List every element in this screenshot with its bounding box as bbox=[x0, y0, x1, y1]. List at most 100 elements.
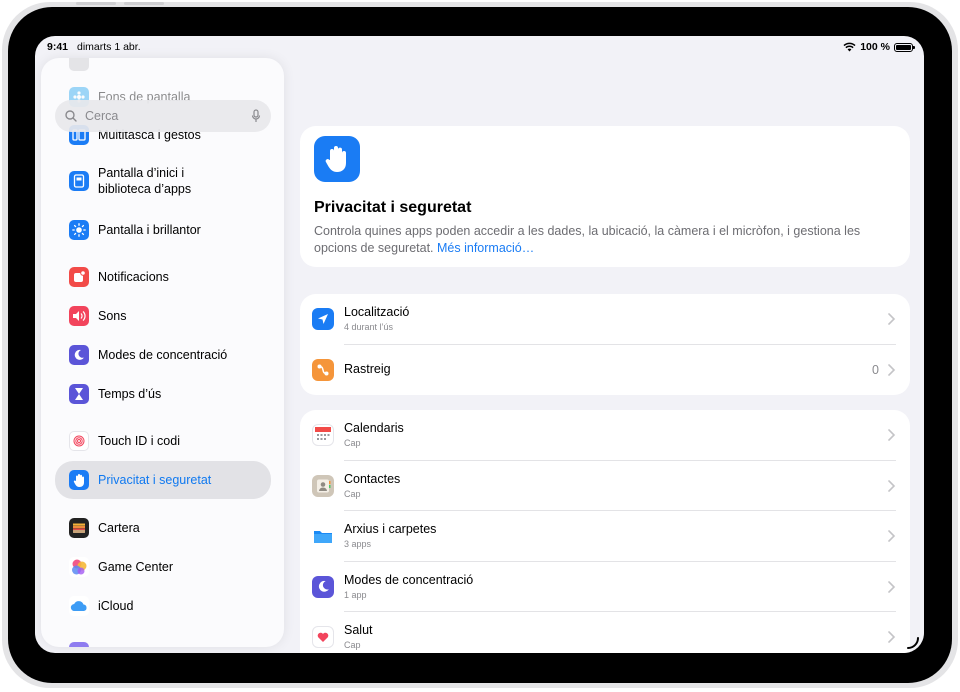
description-text: Controla quines apps poden accedir a les… bbox=[314, 224, 861, 255]
moon-icon bbox=[312, 575, 334, 598]
sidebar-item-display[interactable]: Pantalla i brillantor bbox=[55, 218, 271, 242]
row-title: Contactes bbox=[344, 471, 401, 486]
row-title: Rastreig bbox=[344, 362, 391, 377]
sidebar-item-label: Notificacions bbox=[98, 270, 169, 284]
sidebar-item-label: Modes de concentració bbox=[98, 348, 228, 362]
sidebar-item-screen-time[interactable]: Temps d’ús bbox=[55, 382, 271, 406]
home-screen-icon bbox=[69, 171, 89, 191]
fingerprint-icon bbox=[69, 431, 89, 451]
battery-percent: 100 % bbox=[860, 41, 890, 53]
sidebar-item-label: Touch ID i codi bbox=[98, 434, 180, 448]
row-text: Rastreig bbox=[344, 362, 872, 377]
notifications-icon bbox=[69, 267, 89, 287]
contacts-icon bbox=[312, 474, 334, 497]
volume-button bbox=[76, 2, 116, 5]
status-date: dimarts 1 abr. bbox=[77, 41, 141, 53]
row-subtitle: Cap bbox=[344, 640, 361, 651]
heart-icon bbox=[312, 626, 334, 649]
row-text: Salut Cap bbox=[344, 623, 887, 651]
sun-icon bbox=[69, 220, 89, 240]
status-right: 100 % bbox=[843, 41, 915, 53]
row-text: Calendaris Cap bbox=[344, 421, 887, 449]
app-permissions-group: Calendaris Cap Contactes Cap Arxius i ca… bbox=[300, 410, 910, 653]
row-value: 0 bbox=[872, 362, 879, 377]
row-text: Arxius i carpetes 3 apps bbox=[344, 522, 887, 550]
hourglass-icon bbox=[69, 384, 89, 404]
app-icon bbox=[69, 642, 89, 647]
search-icon bbox=[65, 110, 77, 122]
wallet-icon bbox=[69, 518, 89, 538]
sidebar-item-label: Game Center bbox=[98, 560, 174, 574]
contacts-row[interactable]: Contactes Cap bbox=[300, 461, 910, 511]
chevron-right-icon bbox=[888, 530, 896, 543]
sidebar-item-home-screen[interactable]: Pantalla d’inici i biblioteca d’apps bbox=[55, 161, 271, 201]
search-field[interactable]: Cerca bbox=[55, 100, 271, 132]
row-title: Localització bbox=[344, 305, 410, 320]
sidebar-item-sounds[interactable]: Sons bbox=[55, 304, 271, 328]
sidebar-item-label: Pantalla d’inici i biblioteca d’apps bbox=[98, 166, 192, 196]
row-subtitle: 3 apps bbox=[344, 539, 372, 550]
tracking-icon bbox=[312, 358, 334, 381]
sidebar-item-touch-id[interactable]: Touch ID i codi bbox=[55, 429, 271, 453]
cloud-icon bbox=[69, 596, 89, 616]
status-time: 9:41 bbox=[47, 41, 69, 53]
chevron-right-icon bbox=[888, 313, 896, 326]
location-row[interactable]: Localització 4 durant l’ús bbox=[300, 294, 910, 345]
folder-icon bbox=[312, 525, 334, 548]
chevron-right-icon bbox=[888, 580, 896, 593]
sidebar-item-label: Sons bbox=[98, 309, 127, 323]
row-text: Modes de concentració 1 app bbox=[344, 573, 887, 601]
sidebar-item-partial[interactable] bbox=[55, 640, 271, 647]
sidebar-item-label: Cartera bbox=[98, 521, 140, 535]
page-title: Privacitat i seguretat bbox=[314, 199, 472, 216]
speaker-icon bbox=[69, 306, 89, 326]
chevron-right-icon bbox=[888, 429, 896, 442]
sidebar-item-wallet[interactable]: Cartera bbox=[55, 516, 271, 540]
battery-icon bbox=[894, 42, 915, 52]
files-row[interactable]: Arxius i carpetes 3 apps bbox=[300, 511, 910, 562]
tracking-row[interactable]: Rastreig 0 bbox=[300, 345, 910, 396]
app-icon bbox=[69, 58, 89, 71]
row-subtitle: 1 app bbox=[344, 589, 367, 600]
sidebar-item-privacy[interactable]: Privacitat i seguretat bbox=[55, 461, 271, 499]
calendars-row[interactable]: Calendaris Cap bbox=[300, 410, 910, 461]
game-center-icon bbox=[69, 557, 89, 577]
sidebar: Fons de pantalla Multitasca i gestos Cer… bbox=[41, 58, 284, 647]
page-description: Controla quines apps poden accedir a les… bbox=[314, 223, 894, 257]
learn-more-link[interactable]: Més informació… bbox=[437, 241, 534, 255]
sidebar-item-focus[interactable]: Modes de concentració bbox=[55, 343, 271, 367]
health-row[interactable]: Salut Cap bbox=[300, 612, 910, 653]
sidebar-item-label: Privacitat i seguretat bbox=[98, 473, 212, 487]
row-title: Arxius i carpetes bbox=[344, 522, 437, 537]
moon-icon bbox=[69, 345, 89, 365]
row-text: Localització 4 durant l’ús bbox=[344, 305, 887, 333]
calendar-icon bbox=[312, 424, 334, 447]
screen: 9:41 dimarts 1 abr. 100 % Fons de pantal… bbox=[35, 36, 924, 653]
hand-icon bbox=[69, 470, 89, 490]
sidebar-item-game-center[interactable]: Game Center bbox=[55, 555, 271, 579]
row-subtitle: 4 durant l’ús bbox=[344, 322, 394, 333]
sidebar-item-icloud[interactable]: iCloud bbox=[55, 594, 271, 618]
sidebar-item-partial[interactable] bbox=[55, 58, 271, 72]
row-text: Contactes Cap bbox=[344, 472, 887, 500]
status-bar: 9:41 dimarts 1 abr. 100 % bbox=[35, 36, 924, 58]
sidebar-item-notifications[interactable]: Notificacions bbox=[55, 265, 271, 289]
location-arrow-icon bbox=[312, 308, 334, 331]
row-subtitle: Cap bbox=[344, 488, 361, 499]
hand-icon bbox=[314, 136, 360, 182]
sidebar-item-label: Temps d’ús bbox=[98, 387, 162, 401]
corner-resize-indicator bbox=[907, 637, 919, 649]
focus-row[interactable]: Modes de concentració 1 app bbox=[300, 562, 910, 612]
row-title: Calendaris bbox=[344, 421, 404, 436]
chevron-right-icon bbox=[888, 363, 896, 376]
wifi-icon bbox=[843, 42, 856, 52]
microphone-icon[interactable] bbox=[251, 109, 261, 123]
row-title: Salut bbox=[344, 623, 373, 638]
privacy-header-card: Privacitat i seguretat Controla quines a… bbox=[300, 126, 910, 267]
chevron-right-icon bbox=[888, 631, 896, 644]
chevron-right-icon bbox=[888, 479, 896, 492]
row-subtitle: Cap bbox=[344, 438, 361, 449]
sidebar-item-label: Pantalla i brillantor bbox=[98, 223, 201, 237]
volume-button bbox=[124, 2, 164, 5]
location-tracking-group: Localització 4 durant l’ús Rastreig 0 bbox=[300, 294, 910, 395]
